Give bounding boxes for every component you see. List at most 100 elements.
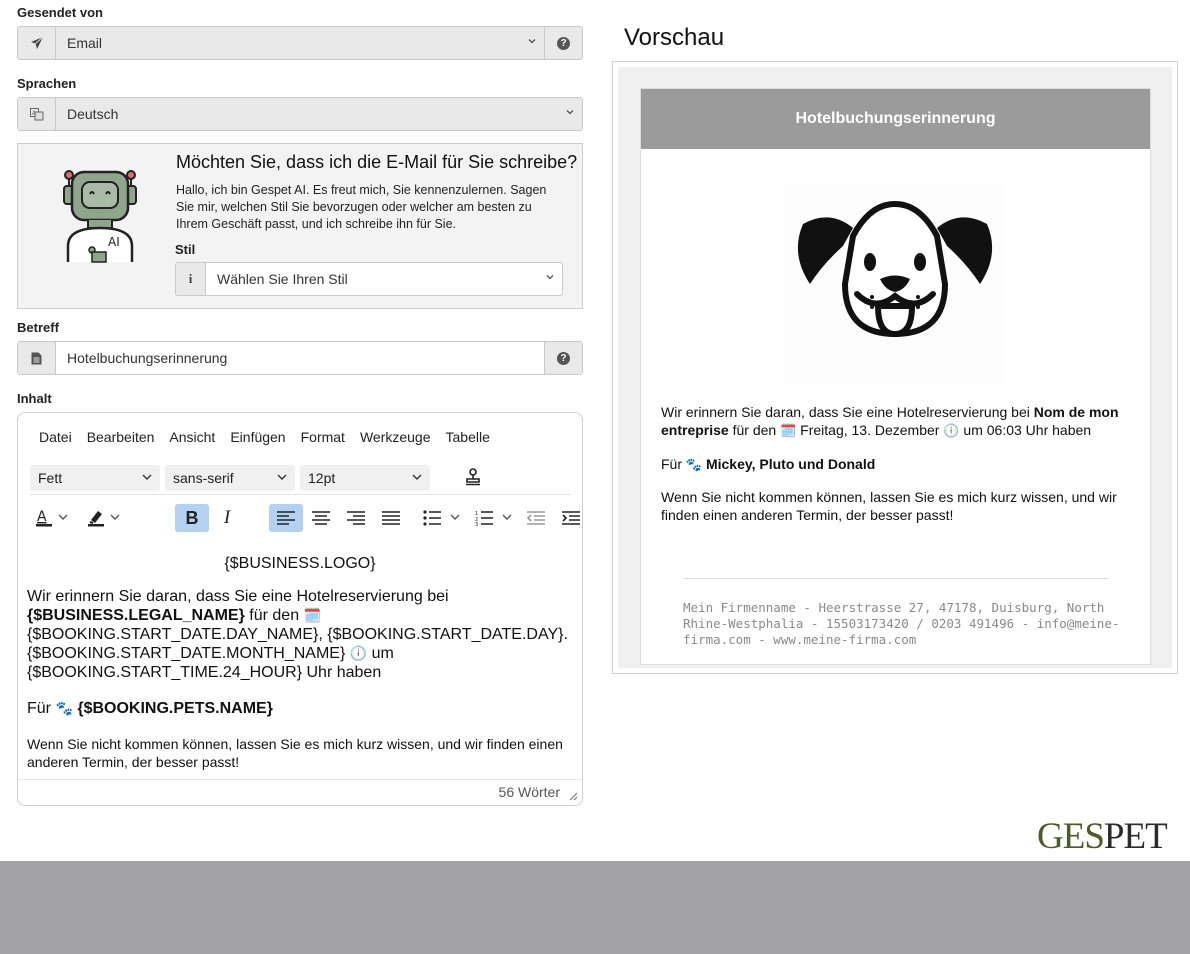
- font-size-select[interactable]: 12pt: [300, 465, 430, 491]
- menu-view[interactable]: Ansicht: [169, 425, 215, 449]
- align-left-icon: [277, 511, 295, 525]
- stamp-icon: [466, 468, 480, 486]
- style-group: i Wählen Sie Ihren Stil: [175, 262, 563, 296]
- chevron-down-icon: [412, 474, 422, 480]
- align-justify-button[interactable]: [374, 504, 408, 532]
- resize-handle-icon[interactable]: [569, 792, 578, 801]
- bullet-list-icon: [423, 510, 460, 526]
- text-run: Wir erinnern Sie daran, dass Sie eine Ho…: [661, 404, 1030, 420]
- menu-file[interactable]: Datei: [39, 425, 72, 449]
- svg-text:3: 3: [475, 522, 478, 526]
- ai-robot-illustration: AI: [63, 170, 137, 263]
- booking-time: um 06:03 Uhr haben: [963, 422, 1092, 438]
- style-label: Stil: [175, 242, 196, 257]
- calendar-icon: 🗓️: [303, 607, 321, 623]
- ai-assistant-title: Möchten Sie, dass ich die E-Mail für Sie…: [176, 152, 578, 172]
- subject-help[interactable]: ?: [544, 342, 582, 374]
- time-token: {$BOOKING.START_TIME.24_HOUR} Uhr haben: [27, 664, 382, 681]
- text-color-button[interactable]: A: [30, 504, 78, 532]
- calendar-icon: 🗓️: [780, 423, 797, 438]
- style-select[interactable]: Wählen Sie Ihren Stil: [206, 263, 562, 295]
- question-icon: ?: [557, 351, 570, 365]
- align-center-button[interactable]: [304, 504, 338, 532]
- preview-background: Hotelbuchungserinnerung Wir erinnern Sie…: [618, 67, 1172, 668]
- bullet-list-button[interactable]: [420, 504, 468, 532]
- numbered-list-icon: 123: [475, 511, 512, 526]
- highlight-icon: [88, 511, 120, 527]
- style-value: Wählen Sie Ihren Stil: [217, 271, 348, 287]
- italic-icon: I: [223, 507, 231, 528]
- month-token: {$BOOKING.START_DATE.MONTH_NAME}: [27, 645, 346, 662]
- menu-tools[interactable]: Werkzeuge: [360, 425, 431, 449]
- menu-insert[interactable]: Einfügen: [230, 425, 285, 449]
- subject-input[interactable]: Hotelbuchungserinnerung: [56, 342, 544, 374]
- sent-via-select[interactable]: Email: [56, 27, 544, 59]
- editor-menubar: Datei Bearbeiten Ansicht Einfügen Format…: [18, 413, 582, 461]
- align-right-button[interactable]: [339, 504, 373, 532]
- text-run: um: [371, 645, 394, 662]
- chevron-down-icon: [566, 110, 574, 115]
- menu-edit[interactable]: Bearbeiten: [87, 425, 155, 449]
- subject-label: Betreff: [17, 320, 59, 335]
- block-format-value: Fett: [38, 470, 63, 486]
- text-run: Wir erinnern Sie daran, dass Sie eine Ho…: [27, 588, 449, 605]
- numbered-list-button[interactable]: 123: [472, 504, 520, 532]
- align-justify-icon: [382, 511, 400, 525]
- italic-button[interactable]: I: [210, 504, 244, 532]
- gespet-logo: GESPET: [1037, 815, 1168, 858]
- outdent-icon: [527, 511, 545, 525]
- indent-icon: [562, 511, 580, 525]
- chevron-down-icon: [277, 474, 287, 480]
- svg-text:A: A: [37, 509, 47, 525]
- preview-title: Vorschau: [624, 24, 725, 51]
- editor-statusbar: 56 Wörter: [18, 779, 582, 805]
- question-icon: ?: [557, 36, 570, 50]
- pets-names: Mickey, Pluto und Donald: [705, 456, 876, 472]
- dog-logo-image: [785, 184, 1005, 384]
- font-family-select[interactable]: sans-serif: [165, 465, 295, 491]
- indent-button[interactable]: [554, 504, 582, 532]
- brand-part-2: PET: [1103, 816, 1168, 857]
- sent-via-label: Gesendet von: [17, 5, 103, 20]
- block-format-select[interactable]: Fett: [30, 465, 160, 491]
- sent-via-help[interactable]: ?: [544, 27, 582, 59]
- pets-name-token: {$BOOKING.PETS.NAME}: [77, 700, 273, 717]
- date-token: {$BOOKING.START_DATE.DAY_NAME}, {$BOOKIN…: [27, 626, 568, 643]
- languages-select[interactable]: Deutsch: [56, 98, 582, 130]
- ai-assistant-panel: AI Möchten Sie, dass ich die E-Mail für …: [17, 143, 583, 309]
- paper-plane-icon: [18, 27, 56, 59]
- preview-frame: Hotelbuchungserinnerung Wir erinnern Sie…: [612, 61, 1178, 674]
- chevron-down-icon: [528, 39, 536, 44]
- subject-group: Hotelbuchungserinnerung ?: [17, 341, 583, 375]
- content-label: Inhalt: [17, 391, 52, 406]
- clock-icon: 🕕: [349, 645, 368, 661]
- align-right-icon: [347, 511, 365, 525]
- editor-toolbar-1: Fett sans-serif 12pt: [30, 463, 571, 495]
- paw-icon: 🐾: [55, 700, 73, 716]
- editor-paragraph-2: Für 🐾 {$BOOKING.PETS.NAME}: [27, 699, 572, 718]
- preview-paragraph-3: Wenn Sie nicht kommen können, lassen Sie…: [661, 489, 1117, 523]
- page-footer-band: [0, 861, 1190, 954]
- menu-table[interactable]: Tabelle: [446, 425, 490, 449]
- booking-date: Freitag, 13. Dezember: [800, 422, 940, 438]
- email-footer: Mein Firmenname - Heerstrasse 27, 47178,…: [683, 600, 1120, 647]
- text-color-icon: A: [36, 509, 68, 527]
- languages-group: A Deutsch: [17, 97, 583, 131]
- email-card: Hotelbuchungserinnerung Wir erinnern Sie…: [640, 88, 1151, 665]
- highlight-button[interactable]: [82, 504, 130, 532]
- outdent-button[interactable]: [519, 504, 553, 532]
- brand-part-1: GES: [1037, 816, 1105, 857]
- editor-content[interactable]: {$BUSINESS.LOGO} Wir erinnern Sie daran,…: [18, 540, 582, 780]
- footer-divider: [683, 578, 1109, 579]
- menu-format[interactable]: Format: [301, 425, 345, 449]
- align-left-button[interactable]: [269, 504, 303, 532]
- word-count[interactable]: 56 Wörter: [499, 784, 560, 800]
- preview-paragraph-1: Wir erinnern Sie daran, dass Sie eine Ho…: [661, 403, 1136, 440]
- align-center-icon: [312, 511, 330, 525]
- languages-value: Deutsch: [67, 106, 119, 122]
- stamp-button[interactable]: [456, 463, 490, 491]
- subject-value: Hotelbuchungserinnerung: [67, 350, 228, 366]
- languages-label: Sprachen: [17, 76, 77, 91]
- bold-button[interactable]: B: [175, 504, 209, 532]
- business-name-token: {$BUSINESS.LEGAL_NAME}: [27, 607, 245, 624]
